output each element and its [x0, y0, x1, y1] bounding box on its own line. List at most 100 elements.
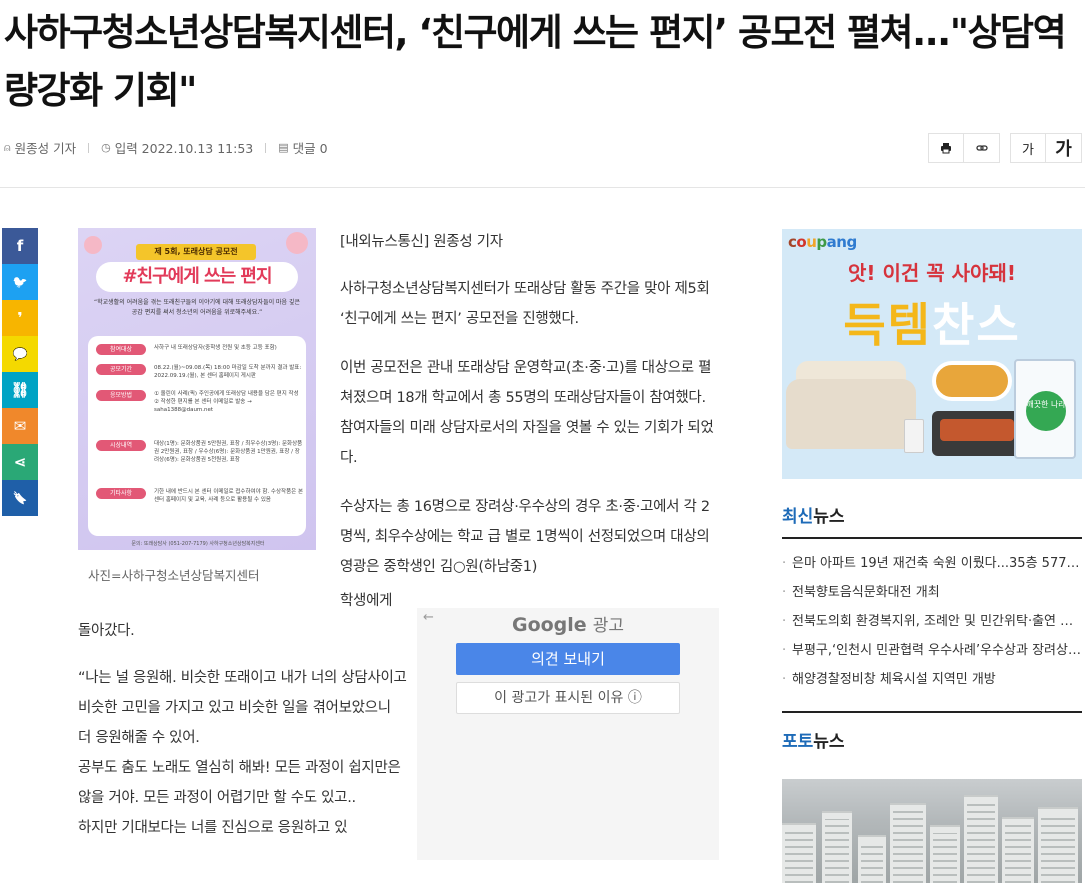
- font-larger-button[interactable]: 가: [1046, 133, 1082, 163]
- user-icon: ⍝: [4, 140, 11, 154]
- latest-news-title-a: 최신: [782, 507, 814, 527]
- comment-count[interactable]: 댓글 0: [293, 138, 328, 157]
- share-bar: f 🐦 ❜ 💬 ⛓ ✉ ⋖ 🔖: [2, 228, 38, 516]
- section-divider: [782, 537, 1082, 539]
- copy-link-button[interactable]: [964, 133, 1000, 163]
- news-item[interactable]: 해양경찰정비창 체육시설 지역민 개방: [782, 669, 1082, 698]
- news-item[interactable]: 전북도의회 환경복지위, 조례안 및 민간위탁·출연 동의안 심사: [782, 611, 1082, 640]
- sofa-image: [786, 379, 916, 449]
- clock-icon: ◷: [101, 141, 111, 154]
- share-icon: ⋖: [13, 453, 27, 471]
- coupang-logo-letter: n: [836, 233, 847, 251]
- apartment-building: [964, 795, 998, 883]
- print-icon: [941, 143, 951, 154]
- banner-slogan: 앗! 이건 꼭 사야돼!: [848, 261, 1016, 285]
- article-paragraph: 돌아갔다.: [78, 623, 135, 639]
- poster-row-text: 대상(1명): 문화상품권 5만원권, 표창 / 최우수상(3명): 문화상품권…: [154, 441, 303, 463]
- latest-news-title[interactable]: 최신뉴스: [782, 502, 845, 527]
- coupang-logo-letter: a: [826, 233, 837, 251]
- poster-row-label: 응모방법: [96, 390, 146, 401]
- google-ad-label: Google 광고: [417, 611, 719, 636]
- photo-caption: 사진=사하구청소년상담복지센터: [88, 568, 260, 583]
- poster-row-label: 기타사항: [96, 488, 146, 499]
- news-item[interactable]: 부평구,‘인천시 민관협력 우수사례’우수상과 장려상 수상: [782, 640, 1082, 669]
- poster-row-text: 기한 내에 반드시 본 센터 이메일로 접수하여야 함. 수상작품은 본 센터 …: [154, 489, 304, 503]
- twitter-icon: 🐦: [12, 275, 28, 289]
- link-icon: [975, 145, 988, 151]
- email-icon: ✉: [13, 417, 27, 435]
- publish-date: 입력 2022.10.13 11:53: [114, 141, 254, 156]
- coupang-logo-letter: u: [806, 233, 817, 251]
- apartment-building: [930, 825, 960, 883]
- coupang-ad-banner[interactable]: coupang 앗! 이건 꼭 사야돼! 득템찬스 깨끗한 나라: [782, 229, 1082, 479]
- poster-row: 참여대상 사하구 내 또래상담자(중학생 전원 및 초등 고등 포함): [96, 344, 304, 355]
- kakaostory-share-button[interactable]: ❜: [2, 300, 38, 336]
- apartment-building: [890, 803, 926, 883]
- news-item[interactable]: 은마 아파트 19년 재건축 숙원 이뤘다...35층 5778가구: [782, 553, 1082, 582]
- tissue-product-image: 깨끗한 나라: [1014, 359, 1076, 459]
- font-smaller-button[interactable]: 가: [1010, 133, 1046, 163]
- coupang-logo: coupang: [788, 233, 857, 251]
- link-share-button[interactable]: ⛓: [2, 372, 38, 408]
- print-button[interactable]: [928, 133, 964, 163]
- share-share-button[interactable]: ⋖: [2, 444, 38, 480]
- ad-label: 광고: [592, 616, 625, 636]
- article-headline: 사하구청소년상담복지센터, ‘친구에게 쓰는 편지’ 공모전 펼쳐..."상담역…: [4, 11, 1067, 112]
- poster-row-label: 참여대상: [96, 344, 146, 355]
- twitter-share-button[interactable]: 🐦: [2, 264, 38, 300]
- kakaostory-icon: ❜: [17, 309, 23, 327]
- poster-row-text: 08.22.(월)~09.08.(목) 18:00 마감일 도착 분까지 결과 …: [154, 365, 302, 379]
- photo-news-title[interactable]: 포토뉴스: [782, 727, 845, 752]
- send-feedback-button[interactable]: 의견 보내기: [456, 643, 680, 675]
- banner-headline: 득템찬스: [782, 289, 1082, 355]
- latest-news-title-b: 뉴스: [813, 507, 845, 527]
- banner-headline-a: 득템: [843, 298, 932, 352]
- author[interactable]: 원종성 기자: [15, 138, 76, 157]
- link-icon: ⛓: [10, 381, 30, 399]
- coupang-logo-letter: g: [846, 233, 857, 251]
- poster-title: #친구에게 쓰는 편지: [96, 262, 298, 292]
- facebook-share-button[interactable]: f: [2, 228, 38, 264]
- banner-headline-b: 찬스: [932, 298, 1021, 352]
- poster-row: 공모기간 08.22.(월)~09.08.(목) 18:00 마감일 도착 분까지…: [96, 364, 304, 380]
- article-photo[interactable]: 제 5회, 또래상담 공모전 #친구에게 쓰는 편지 “학교생활의 어려움을 겪…: [78, 228, 316, 550]
- facebook-icon: f: [16, 237, 24, 255]
- bookmark-share-button[interactable]: 🔖: [2, 480, 38, 516]
- poster-decoration: [286, 232, 308, 254]
- coupang-logo-letter: o: [796, 233, 807, 251]
- email-share-button[interactable]: ✉: [2, 408, 38, 444]
- bookmark-icon: 🔖: [12, 491, 28, 505]
- kakaotalk-share-button[interactable]: 💬: [2, 336, 38, 372]
- article-paragraph: [내외뉴스통신] 원종성 기자: [340, 234, 503, 250]
- poster-row-text: ① 올린이 사례(픽) 주인공에게 또래상담 내용을 담은 편지 작성 ② 작성…: [154, 391, 299, 413]
- google-logo: Google: [511, 614, 587, 636]
- poster-card: 참여대상 사하구 내 또래상담자(중학생 전원 및 초등 고등 포함) 공모기간 0…: [88, 336, 306, 536]
- poster-decoration: [84, 236, 102, 254]
- coupang-logo-letter: p: [816, 233, 827, 251]
- latest-news-list: 은마 아파트 19년 재건축 숙원 이뤘다...35층 5778가구 전북향토음…: [782, 553, 1082, 698]
- article-paragraph: 이번 공모전은 관내 또래상담 운영학교(초·중·고)를 대상으로 펼쳐졌으며 …: [340, 360, 714, 466]
- poster-subtitle: “학교생활의 어려움을 겪는 또래친구들의 이야기에 대해 또래상담자들이 마음…: [93, 299, 301, 316]
- apartment-building: [822, 811, 852, 883]
- article-quote: “나는 널 응원해. 비슷한 또래이고 내가 너의 상담사이고 비슷한 고민을 …: [78, 670, 407, 836]
- news-item[interactable]: 전북향토음식문화대전 개최: [782, 582, 1082, 611]
- grill-image: [932, 411, 1022, 456]
- why-this-ad-button[interactable]: 이 광고가 표시된 이유 ⓘ: [456, 682, 680, 714]
- poster-row: 기타사항 기한 내에 반드시 본 센터 이메일로 접수하여야 함. 수상작품은 본…: [96, 488, 304, 504]
- apartment-building: [858, 835, 886, 883]
- comment-icon: ▤: [278, 141, 289, 154]
- poster-ribbon: 제 5회, 또래상담 공모전: [136, 244, 256, 260]
- article-meta: ⍝ 원종성 기자 ◷ 입력 2022.10.13 11:53 ▤ 댓글 0: [4, 138, 328, 157]
- divider: [265, 142, 267, 153]
- kakaotalk-icon: 💬: [12, 347, 28, 361]
- poster-row-text: 사하구 내 또래상담자(중학생 전원 및 초등 고등 포함): [154, 345, 277, 351]
- font-size-tools: 가 가: [1010, 133, 1082, 163]
- article-paragraph: 수상자는 총 16명으로 장려상·우수상의 경우 초·중·고에서 각 2명씩, …: [340, 499, 710, 575]
- google-ad-box: ← Google 광고 의견 보내기 이 광고가 표시된 이유 ⓘ: [417, 608, 719, 860]
- poster-row: 응모방법 ① 올린이 사례(픽) 주인공에게 또래상담 내용을 담은 편지 작성 …: [96, 390, 304, 414]
- photo-news-image[interactable]: [782, 779, 1082, 883]
- header-divider: [0, 187, 1085, 188]
- apartment-building: [1038, 807, 1078, 883]
- poster-row: 시상내역 대상(1명): 문화상품권 5만원권, 표창 / 최우수상(3명): 문…: [96, 440, 304, 464]
- poster-row-label: 시상내역: [96, 440, 146, 451]
